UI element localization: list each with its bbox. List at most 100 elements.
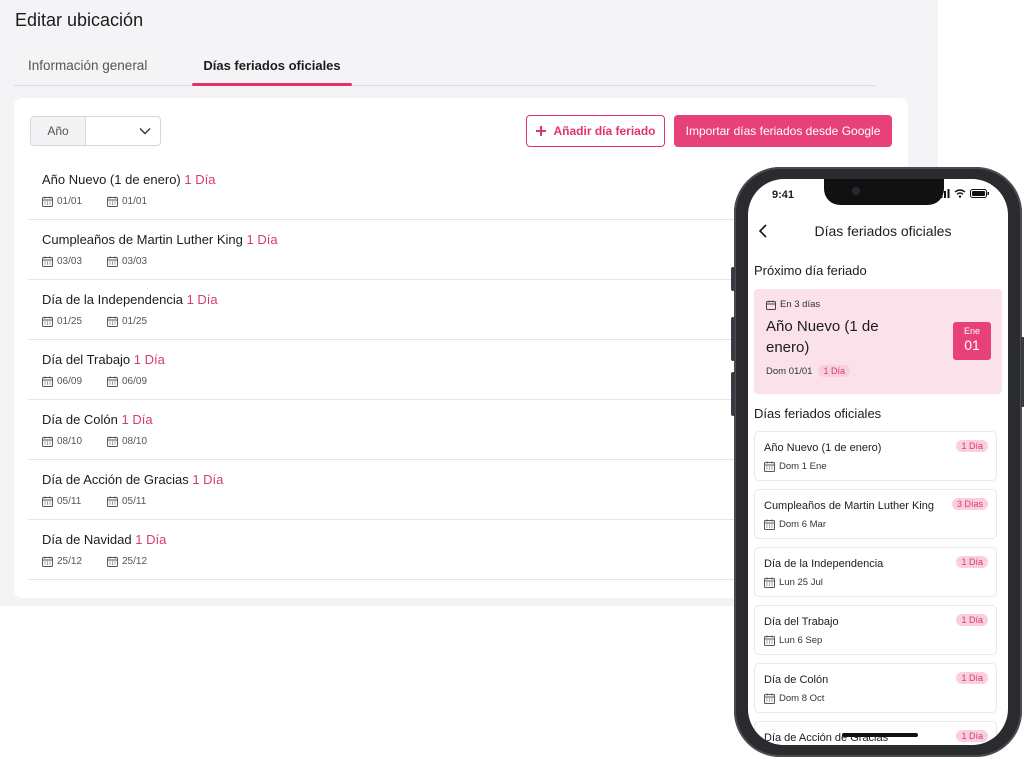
next-holiday-name: Año Nuevo (1 de enero) bbox=[766, 318, 879, 356]
holiday-end: 06/09 bbox=[107, 376, 172, 387]
holiday-end: 01/25 bbox=[107, 316, 172, 327]
status-icons bbox=[937, 189, 990, 198]
chevron-down-icon bbox=[139, 128, 151, 135]
tab-bar: Información general Días feriados oficia… bbox=[14, 54, 876, 86]
calendar-icon bbox=[766, 300, 776, 310]
phone-side-button bbox=[731, 267, 735, 291]
phone-holiday-list: Año Nuevo (1 de enero) 1 Día Dom 1 Ene Cump… bbox=[754, 431, 997, 745]
calendar-icon bbox=[42, 256, 53, 267]
holiday-name: Año Nuevo (1 de enero) bbox=[42, 172, 181, 187]
calendar-icon bbox=[107, 256, 118, 267]
status-time: 9:41 bbox=[772, 189, 795, 201]
phone-holiday-name: Día de la Independencia bbox=[764, 558, 884, 570]
phone-holiday-name: Día de Colón bbox=[764, 674, 829, 686]
holiday-name: Día de Colón bbox=[42, 412, 118, 427]
add-holiday-button[interactable]: Añadir día feriado bbox=[526, 115, 665, 147]
phone-holiday-item[interactable]: Día del Trabajo 1 Día Lun 6 Sep bbox=[754, 605, 997, 655]
phone-header-title: Días feriados oficiales bbox=[814, 223, 952, 239]
duration-pill: 1 Día bbox=[956, 672, 988, 684]
holiday-start: 03/03 bbox=[42, 256, 107, 267]
holiday-start-date: 25/12 bbox=[57, 556, 83, 567]
calendar-icon bbox=[107, 376, 118, 387]
phone-holiday-item[interactable]: Día de la Independencia 1 Día Lun 25 Jul bbox=[754, 547, 997, 597]
holiday-start-date: 05/11 bbox=[57, 496, 82, 507]
phone-holiday-date: Lun 25 Jul bbox=[779, 577, 823, 588]
calendar-icon bbox=[107, 496, 118, 507]
tab-official-holidays[interactable]: Días feriados oficiales bbox=[192, 58, 352, 73]
active-tab-indicator bbox=[192, 83, 352, 86]
holiday-start: 25/12 bbox=[42, 556, 107, 567]
phone-mockup: 9:41 Días feriados oficiales Próximo día… bbox=[731, 167, 1024, 757]
phone-holiday-date: Dom 6 Mar bbox=[779, 519, 826, 530]
next-holiday-card[interactable]: En 3 días Año Nuevo (1 de enero) Dom 01/… bbox=[754, 289, 1002, 394]
calendar-icon bbox=[42, 496, 53, 507]
date-badge-month: Ene bbox=[963, 326, 980, 336]
holiday-duration: 1 Día bbox=[133, 352, 165, 367]
phone-holiday-date-row: Dom 8 Oct bbox=[764, 693, 824, 704]
phone-holiday-item[interactable]: Cumpleaños de Martin Luther King 3 Días Do… bbox=[754, 489, 997, 539]
import-google-button[interactable]: Importar días feriados desde Google bbox=[674, 115, 892, 147]
holiday-duration: 1 Día bbox=[192, 472, 224, 487]
duration-pill: 1 Día bbox=[956, 614, 988, 626]
duration-pill: 3 Días bbox=[951, 498, 988, 510]
calendar-icon bbox=[42, 316, 53, 327]
holiday-start-date: 03/03 bbox=[57, 256, 83, 267]
phone-holiday-date: Lun 6 Sep bbox=[779, 635, 823, 646]
calendar-icon bbox=[107, 316, 118, 327]
holiday-name: Día de Navidad bbox=[42, 532, 132, 547]
phone-holiday-item[interactable]: Año Nuevo (1 de enero) 1 Día Dom 1 Ene bbox=[754, 431, 997, 481]
wifi-icon bbox=[954, 189, 966, 198]
calendar-icon bbox=[42, 376, 53, 387]
holiday-end: 25/12 bbox=[107, 556, 172, 567]
year-select[interactable]: Año bbox=[30, 116, 161, 146]
holiday-start-date: 01/01 bbox=[57, 196, 83, 207]
battery-icon bbox=[970, 189, 989, 198]
calendar-icon bbox=[107, 436, 118, 447]
phone-holiday-name: Día del Trabajo bbox=[764, 616, 839, 628]
holiday-end: 01/01 bbox=[107, 196, 172, 207]
calendar-icon bbox=[42, 556, 53, 567]
holiday-list-heading: Días feriados oficiales bbox=[754, 406, 882, 421]
holiday-end-date: 08/10 bbox=[122, 436, 148, 447]
year-select-value[interactable] bbox=[86, 117, 160, 145]
phone-holiday-item[interactable]: Día de Colón 1 Día Dom 8 Oct bbox=[754, 663, 997, 713]
next-holiday-date: Dom 01/01 bbox=[766, 365, 813, 377]
add-holiday-label: Añadir día feriado bbox=[553, 124, 656, 138]
camera-dot bbox=[852, 187, 860, 195]
holiday-duration: 1 Día bbox=[246, 232, 278, 247]
holiday-duration: 1 Día bbox=[184, 172, 216, 187]
countdown-text: En 3 días bbox=[780, 299, 821, 310]
holiday-start-date: 01/25 bbox=[57, 316, 83, 327]
phone-holiday-date-row: Dom 1 Ene bbox=[764, 461, 827, 472]
phone-holiday-date-row: Lun 6 Sep bbox=[764, 635, 822, 646]
holiday-end-date: 06/09 bbox=[122, 376, 148, 387]
calendar-icon bbox=[764, 635, 775, 646]
holiday-end: 03/03 bbox=[107, 256, 172, 267]
holiday-duration: 1 Día bbox=[186, 292, 218, 307]
holiday-start: 05/11 bbox=[42, 496, 107, 507]
holiday-start: 01/25 bbox=[42, 316, 107, 327]
duration-pill: 1 Día bbox=[956, 556, 988, 568]
holiday-name: Cumpleaños de Martin Luther King bbox=[42, 232, 243, 247]
holiday-end-date: 01/01 bbox=[122, 196, 148, 207]
duration-pill: 1 Día bbox=[956, 440, 988, 452]
calendar-icon bbox=[764, 461, 775, 472]
plus-icon bbox=[536, 126, 547, 136]
tab-general-info[interactable]: Información general bbox=[28, 58, 147, 73]
holiday-duration: 1 Día bbox=[135, 532, 167, 547]
phone-holiday-date-row: Lun 25 Jul bbox=[764, 577, 823, 588]
holiday-end-date: 03/03 bbox=[122, 256, 148, 267]
date-badge-day: 01 bbox=[964, 337, 980, 353]
holiday-start: 06/09 bbox=[42, 376, 107, 387]
year-select-label: Año bbox=[31, 117, 86, 145]
home-indicator bbox=[842, 733, 918, 737]
holiday-start: 08/10 bbox=[42, 436, 107, 447]
date-badge: Ene 01 bbox=[953, 322, 991, 360]
page-title: Editar ubicación bbox=[15, 10, 144, 30]
signal-icon bbox=[937, 189, 950, 198]
phone-side-button bbox=[731, 372, 735, 416]
phone-screen: 9:41 Días feriados oficiales Próximo día… bbox=[748, 179, 1008, 745]
holiday-end: 08/10 bbox=[107, 436, 172, 447]
calendar-icon bbox=[42, 196, 53, 207]
duration-pill: 1 Día bbox=[956, 730, 988, 742]
